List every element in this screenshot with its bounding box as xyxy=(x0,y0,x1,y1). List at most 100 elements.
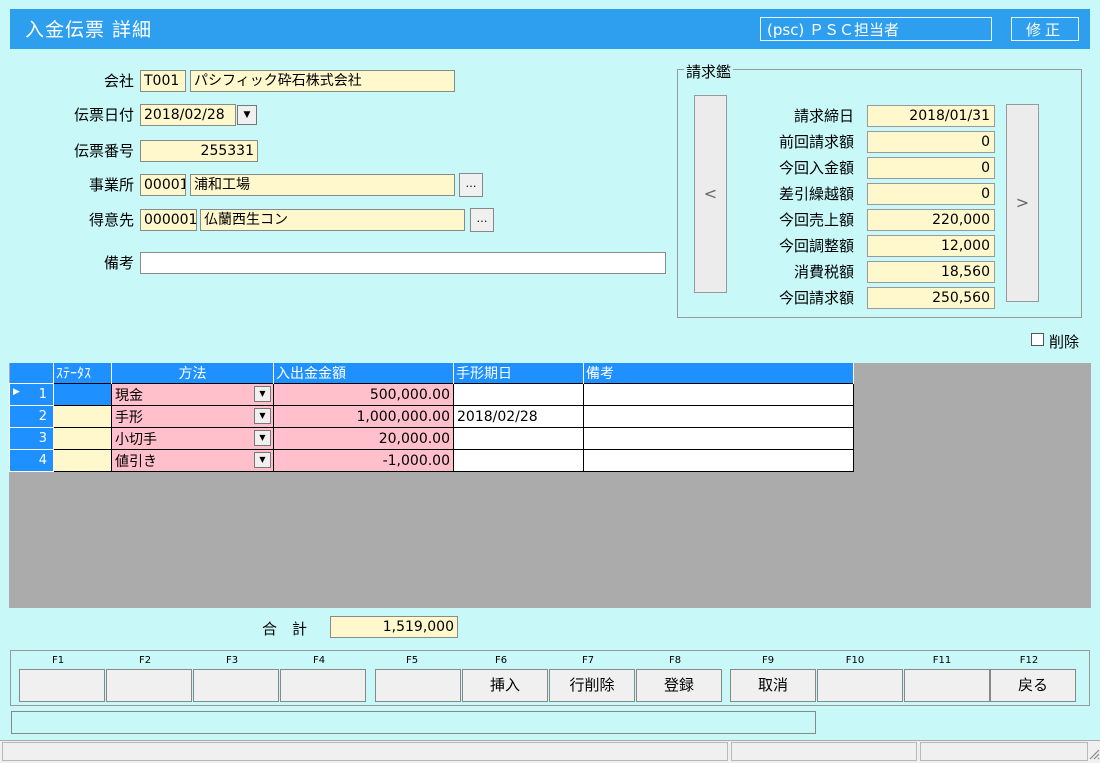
date-label: 伝票日付 xyxy=(73,106,134,124)
cell-method[interactable]: 小切手 ▼ xyxy=(111,427,274,450)
fkey-label-f9: F9 xyxy=(761,655,775,666)
delete-row-button[interactable]: 行削除 xyxy=(549,669,635,702)
row-header[interactable]: 4 xyxy=(9,449,54,472)
cell-due-date[interactable]: 2018/02/28 xyxy=(453,405,584,428)
cell-note[interactable] xyxy=(583,405,854,428)
cell-status[interactable] xyxy=(53,449,112,472)
remarks-label: 備考 xyxy=(103,254,134,272)
method-dropdown-button[interactable]: ▼ xyxy=(254,408,271,424)
status-panel-3 xyxy=(920,742,1088,761)
f10-button[interactable] xyxy=(817,669,903,702)
row-header[interactable]: ▶ 1 xyxy=(9,383,54,406)
table-row[interactable]: ▶ 1 現金 ▼ 500,000.00 xyxy=(9,383,854,406)
fkey-label-f4: F4 xyxy=(312,655,326,666)
cell-note[interactable] xyxy=(583,449,854,472)
payment-grid: ｽﾃｰﾀｽ 方法 入出金金額 手形期日 備考 ▶ 1 現金 ▼ 500,000.00… xyxy=(9,363,854,472)
fkey-label-f6: F6 xyxy=(494,655,508,666)
cell-method[interactable]: 値引き ▼ xyxy=(111,449,274,472)
fkey-label-f2: F2 xyxy=(138,655,152,666)
grid-header-row: ｽﾃｰﾀｽ 方法 入出金金額 手形期日 備考 xyxy=(9,363,854,384)
method-dropdown-button[interactable]: ▼ xyxy=(254,452,271,468)
cell-status[interactable] xyxy=(53,383,112,406)
total-value: 1,519,000 xyxy=(330,616,458,638)
cell-amount[interactable]: 20,000.00 xyxy=(273,427,454,450)
billing-value-sales: 220,000 xyxy=(867,209,995,231)
grid-col-method[interactable]: 方法 xyxy=(111,363,274,384)
f1-button[interactable] xyxy=(19,669,105,702)
billing-value-received: 0 xyxy=(867,157,995,179)
grid-col-note[interactable]: 備考 xyxy=(583,363,854,384)
cell-due-date[interactable] xyxy=(453,449,584,472)
delete-checkbox[interactable] xyxy=(1031,333,1044,346)
cell-status[interactable] xyxy=(53,427,112,450)
f4-button[interactable] xyxy=(280,669,366,702)
delete-checkbox-label: 削除 xyxy=(1049,333,1080,351)
billing-prev-button[interactable]: < xyxy=(694,95,727,293)
window-title: 入金伝票 詳細 xyxy=(25,19,153,41)
customer-search-button[interactable]: … xyxy=(470,208,494,232)
office-code-field[interactable]: 00001 xyxy=(140,174,186,196)
insert-button[interactable]: 挿入 xyxy=(462,669,548,702)
cell-amount[interactable]: 500,000.00 xyxy=(273,383,454,406)
back-button[interactable]: 戻る xyxy=(990,669,1076,702)
cell-due-date[interactable] xyxy=(453,427,584,450)
grid-col-status[interactable]: ｽﾃｰﾀｽ xyxy=(53,363,112,384)
fkey-label-f5: F5 xyxy=(405,655,419,666)
billing-label-prev-billed: 前回請求額 xyxy=(778,133,854,151)
table-row[interactable]: 4 値引き ▼ -1,000.00 xyxy=(9,449,854,472)
fkey-label-f7: F7 xyxy=(581,655,595,666)
cancel-button[interactable]: 取消 xyxy=(730,669,816,702)
cell-due-date[interactable] xyxy=(453,383,584,406)
fkey-label-f10: F10 xyxy=(845,655,865,666)
cell-note[interactable] xyxy=(583,427,854,450)
billing-label-total-billed: 今回請求額 xyxy=(778,289,854,307)
customer-code-field[interactable]: 000001 xyxy=(140,209,197,231)
cell-amount[interactable]: -1,000.00 xyxy=(273,449,454,472)
date-field[interactable]: 2018/02/28 xyxy=(140,104,236,126)
billing-value-carryover: 0 xyxy=(867,183,995,205)
mode-indicator: 修正 xyxy=(1011,17,1079,41)
resize-grip-icon[interactable] xyxy=(1088,748,1100,760)
f3-button[interactable] xyxy=(193,669,279,702)
billing-next-button[interactable]: > xyxy=(1006,104,1039,302)
billing-label-sales: 今回売上額 xyxy=(778,211,854,229)
slip-number-field: 255331 xyxy=(140,140,258,162)
current-row-arrow-icon: ▶ xyxy=(13,387,20,397)
company-code-field[interactable]: T001 xyxy=(140,70,186,92)
office-search-button[interactable]: … xyxy=(459,173,483,197)
company-label: 会社 xyxy=(103,72,134,90)
status-panel-2 xyxy=(731,742,917,761)
register-button[interactable]: 登録 xyxy=(636,669,722,702)
grid-col-amount[interactable]: 入出金金額 xyxy=(273,363,454,384)
total-label: 合 計 xyxy=(262,620,308,638)
cell-note[interactable] xyxy=(583,383,854,406)
message-bar xyxy=(11,711,816,734)
f5-button[interactable] xyxy=(375,669,461,702)
cell-method[interactable]: 現金 ▼ xyxy=(111,383,274,406)
cell-method[interactable]: 手形 ▼ xyxy=(111,405,274,428)
row-header[interactable]: 3 xyxy=(9,427,54,450)
fkey-label-f11: F11 xyxy=(932,655,952,666)
table-row[interactable]: 2 手形 ▼ 1,000,000.00 2018/02/28 xyxy=(9,405,854,428)
fkey-label-f8: F8 xyxy=(668,655,682,666)
date-dropdown-button[interactable]: ▼ xyxy=(237,105,257,125)
billing-value-prev-billed: 0 xyxy=(867,131,995,153)
cell-amount[interactable]: 1,000,000.00 xyxy=(273,405,454,428)
cell-status[interactable] xyxy=(53,405,112,428)
method-dropdown-button[interactable]: ▼ xyxy=(254,386,271,402)
grid-col-due-date[interactable]: 手形期日 xyxy=(453,363,584,384)
method-dropdown-button[interactable]: ▼ xyxy=(254,430,271,446)
table-row[interactable]: 3 小切手 ▼ 20,000.00 xyxy=(9,427,854,450)
billing-label-closing-date: 請求締日 xyxy=(793,107,854,125)
fkey-label-f12: F12 xyxy=(1019,655,1039,666)
office-name-field: 浦和工場 xyxy=(190,174,455,196)
status-panel-main xyxy=(2,742,728,761)
f11-button[interactable] xyxy=(904,669,990,702)
f2-button[interactable] xyxy=(106,669,192,702)
billing-group-title: 請求鑑 xyxy=(684,61,734,82)
customer-label: 得意先 xyxy=(88,211,134,229)
billing-value-adjustment: 12,000 xyxy=(867,235,995,257)
row-header[interactable]: 2 xyxy=(9,405,54,428)
fkey-label-f1: F1 xyxy=(51,655,65,666)
remarks-input[interactable] xyxy=(140,252,666,274)
